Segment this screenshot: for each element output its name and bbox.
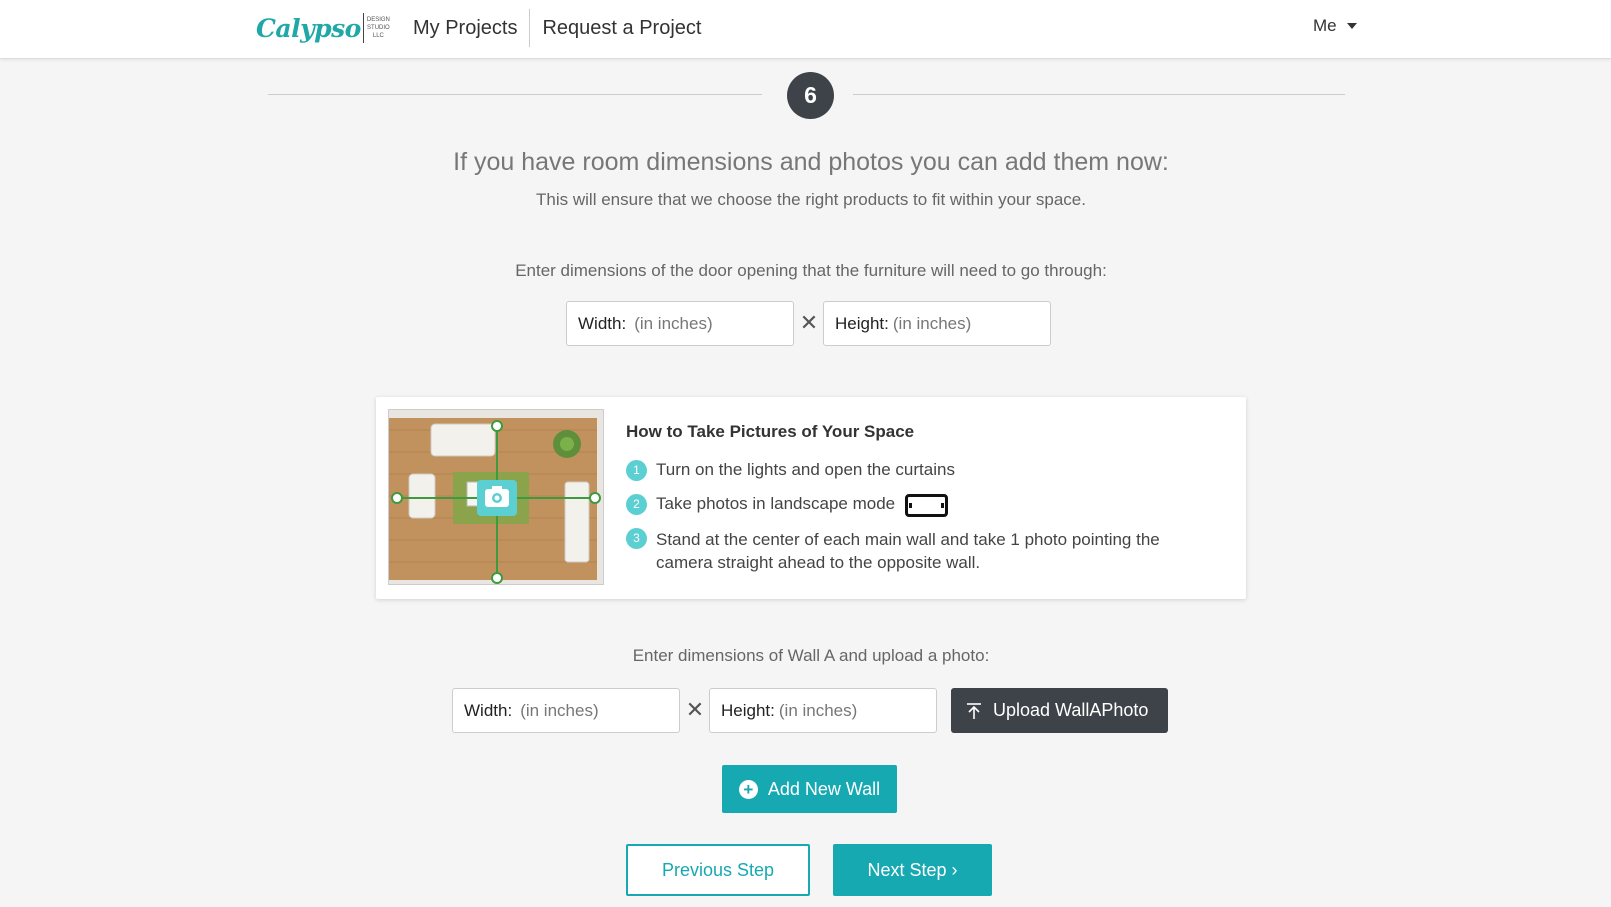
wall-prompt: Enter dimensions of Wall A and upload a … xyxy=(632,646,990,665)
top-navbar: Calypso DESIGN STUDIO LLC My Projects Re… xyxy=(0,0,1611,59)
landscape-phone-icon xyxy=(905,494,949,517)
add-wall-label: Add New Wall xyxy=(767,778,881,799)
logo-subtext: DESIGN STUDIO LLC xyxy=(367,16,390,40)
step-subtitle: This will ensure that we choose the righ… xyxy=(536,190,1086,209)
wall-width-input[interactable] xyxy=(520,700,661,721)
guide-item-1: 1 Turn on the lights and open the curtai… xyxy=(626,460,955,481)
calypso-logo[interactable]: Calypso DESIGN STUDIO LLC xyxy=(256,8,390,48)
wall-width-field[interactable]: Width: xyxy=(452,688,680,733)
upload-icon xyxy=(967,702,981,719)
step-title: If you have room dimensions and photos y… xyxy=(453,148,1169,176)
times-icon: ✕ xyxy=(685,697,705,722)
guide-item-2: 2 Take photos in landscape mode xyxy=(626,494,949,517)
wall-height-input[interactable] xyxy=(778,700,919,721)
guide-item-2-text: Take photos in landscape mode xyxy=(656,494,896,513)
step-1-badge: 1 xyxy=(626,460,647,481)
guide-title: How to Take Pictures of Your Space xyxy=(626,422,915,441)
user-menu[interactable]: Me xyxy=(1313,16,1357,36)
step-3-badge: 3 xyxy=(626,528,647,549)
add-new-wall-button[interactable]: + Add New Wall xyxy=(722,765,897,813)
step-line-left xyxy=(268,94,762,95)
user-menu-label: Me xyxy=(1313,16,1337,35)
next-step-button[interactable]: Next Step › xyxy=(833,844,992,896)
logo-divider xyxy=(362,13,364,43)
door-height-input[interactable] xyxy=(892,313,1033,334)
photo-guide-card: How to Take Pictures of Your Space 1 Tur… xyxy=(376,397,1246,599)
guide-item-3: 3 Stand at the center of each main wall … xyxy=(626,528,1186,574)
upload-wall-photo-button[interactable]: Upload WallAPhoto xyxy=(951,688,1168,733)
nav-request-project[interactable]: Request a Project xyxy=(530,10,713,46)
guide-item-1-text: Turn on the lights and open the curtains xyxy=(656,460,955,479)
door-width-field[interactable]: Width: xyxy=(566,301,794,346)
door-height-label: Height: xyxy=(835,313,889,333)
caret-down-icon xyxy=(1346,23,1357,29)
step-line-right xyxy=(853,94,1345,95)
logo-script-text: Calypso xyxy=(256,13,361,43)
plus-circle-icon: + xyxy=(738,779,758,799)
upload-button-label: Upload WallAPhoto xyxy=(993,700,1149,720)
step-2-badge: 2 xyxy=(626,494,647,515)
step-number-badge: 6 xyxy=(787,72,834,119)
logo-sub-1: DESIGN xyxy=(366,17,390,23)
wall-height-field[interactable]: Height: xyxy=(709,688,937,733)
previous-step-button[interactable]: Previous Step xyxy=(626,844,810,896)
wall-height-label: Height: xyxy=(721,700,775,720)
times-icon: ✕ xyxy=(799,310,819,335)
nav-my-projects[interactable]: My Projects xyxy=(399,10,529,46)
guide-item-3-text: Stand at the center of each main wall an… xyxy=(656,530,1160,572)
wall-width-label: Width: xyxy=(464,700,513,720)
main-nav: My Projects Request a Project xyxy=(399,9,713,47)
logo-sub-3: LLC xyxy=(372,33,384,39)
door-width-label: Width: xyxy=(578,313,627,333)
room-floorplan-image xyxy=(388,409,604,585)
door-height-field[interactable]: Height: xyxy=(823,301,1051,346)
door-prompt: Enter dimensions of the door opening tha… xyxy=(515,261,1107,280)
door-width-input[interactable] xyxy=(634,313,775,334)
logo-sub-2: STUDIO xyxy=(367,25,390,31)
